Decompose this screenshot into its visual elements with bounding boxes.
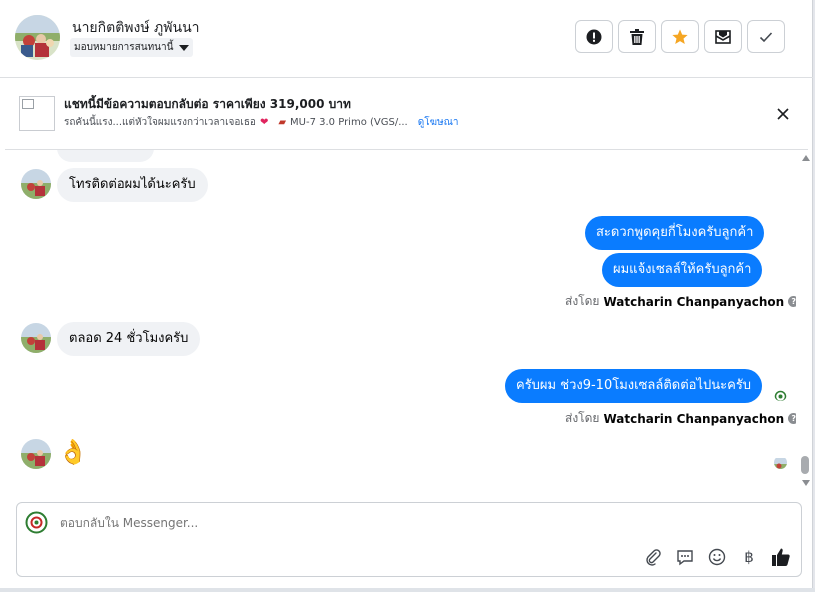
scroll-thumb[interactable] (801, 456, 809, 474)
read-receipt-avatar (774, 388, 787, 401)
contact-avatar-small[interactable] (21, 439, 51, 469)
star-button[interactable] (661, 20, 699, 53)
sent-by-prefix: ส่งโดย (565, 411, 600, 425)
scroll-down-arrow[interactable] (802, 480, 810, 486)
sent-by-label: ส่งโดย Watcharin Chanpanyachon ? (565, 409, 796, 428)
caret-down-icon (179, 44, 190, 51)
ad-title: แชทนี้มีข้อความตอบกลับต่อ ราคาเพียง 319,… (64, 97, 351, 111)
smiley-icon (708, 548, 726, 566)
spam-button[interactable] (575, 20, 613, 53)
message-emoji: 👌 (58, 438, 88, 466)
star-icon (672, 29, 688, 44)
checkmark-icon (759, 31, 773, 42)
paperclip-icon (646, 549, 661, 566)
thumbs-up-icon (772, 548, 790, 566)
sender-name: Watcharin Chanpanyachon (603, 411, 785, 426)
message-bubble-outgoing: สะดวกพูดคุยกี่โมงครับลูกค้า (585, 216, 765, 250)
message-bubble-outgoing: ผมแจ้งเซลล์ให้ครับลูกค้า (602, 253, 763, 287)
ad-subtitle: รถคันนี้แรง...แต่หัวใจผมแรงกว่าเวลาเจอเธ… (64, 115, 459, 130)
contact-avatar[interactable] (15, 15, 60, 60)
contact-avatar-small[interactable] (21, 169, 51, 199)
assign-conversation-dropdown[interactable]: มอบหมายการสนทนานี้ (70, 38, 194, 57)
conversation-header: นายกิตติพงษ์ ภูพันนา มอบหมายการสนทนานี้ (0, 0, 813, 78)
close-ad-button[interactable] (772, 103, 794, 125)
composer-tools: ฿ (641, 545, 793, 569)
message-bubble-incoming: 0943433377 (57, 150, 154, 162)
sender-name: Watcharin Chanpanyachon (603, 294, 785, 309)
help-icon[interactable]: ? (788, 296, 796, 307)
thread-scrollbar[interactable] (798, 150, 813, 490)
contact-name[interactable]: นายกิตติพงษ์ ภูพันนา (72, 17, 200, 39)
close-icon (777, 108, 789, 120)
chat-bubble-icon (677, 550, 693, 566)
alert-circle-icon (586, 29, 602, 44)
message-bubble-incoming: ตลอด 24 ชั่วโมงครับ (57, 322, 201, 356)
attach-button[interactable] (641, 545, 665, 569)
read-receipt-avatar (774, 456, 787, 469)
sent-by-label: ส่งโดย Watcharin Chanpanyachon ? (565, 292, 796, 311)
message-bubble-outgoing: ครับผม ช่วง9-10โมงเซลล์ติดต่อไปนะครับ (505, 369, 763, 403)
trash-icon (630, 28, 644, 45)
emoji-button[interactable] (705, 545, 729, 569)
scroll-up-arrow[interactable] (802, 155, 810, 161)
message-text: โทรติดต่อผมได้นะครับ (69, 177, 196, 192)
sent-by-prefix: ส่งโดย (565, 294, 600, 308)
reply-composer: ฿ (16, 502, 802, 577)
payment-button[interactable]: ฿ (737, 545, 761, 569)
like-button[interactable] (769, 545, 793, 569)
heart-icon: ❤ (259, 117, 269, 128)
page-avatar (24, 510, 49, 535)
assign-label: มอบหมายการสนทนานี้ (74, 42, 174, 53)
ad-reply-banner: แชทนี้มีข้อความตอบกลับต่อ ราคาเพียง 319,… (5, 79, 808, 150)
done-button[interactable] (747, 20, 785, 53)
message-text: ครับผม ช่วง9-10โมงเซลล์ติดต่อไปนะครับ (516, 378, 752, 393)
mark-unread-button[interactable] (704, 20, 742, 53)
reply-input[interactable] (60, 516, 760, 530)
help-icon[interactable]: ? (788, 413, 796, 424)
message-bubble-incoming: โทรติดต่อผมได้นะครับ (57, 168, 208, 202)
conversation-panel: นายกิตติพงษ์ ภูพันนา มอบหมายการสนทนานี้ (0, 0, 813, 588)
ad-car-model: MU-7 3.0 Primo (VGS/... (290, 117, 408, 128)
message-text: ผมแจ้งเซลล์ให้ครับลูกค้า (613, 262, 752, 277)
envelope-icon (715, 29, 731, 44)
car-icon: ▰ (278, 117, 287, 128)
delete-button[interactable] (618, 20, 656, 53)
ad-caption: รถคันนี้แรง...แต่หัวใจผมแรงกว่าเวลาเจอเธ… (64, 117, 256, 128)
view-ad-link[interactable]: ดูโฆษณา (418, 115, 459, 130)
message-text: สะดวกพูดคุยกี่โมงครับลูกค้า (596, 225, 754, 240)
window-bottom-edge (0, 588, 815, 592)
saved-replies-button[interactable] (673, 545, 697, 569)
contact-avatar-small[interactable] (21, 323, 51, 353)
header-actions (575, 20, 785, 53)
message-thread: 0943433377 โทรติดต่อผมได้นะครับ สะดวกพูด… (0, 150, 796, 498)
baht-icon: ฿ (744, 548, 754, 566)
ad-thumbnail[interactable] (19, 96, 55, 131)
message-text: ตลอด 24 ชั่วโมงครับ (69, 331, 189, 346)
